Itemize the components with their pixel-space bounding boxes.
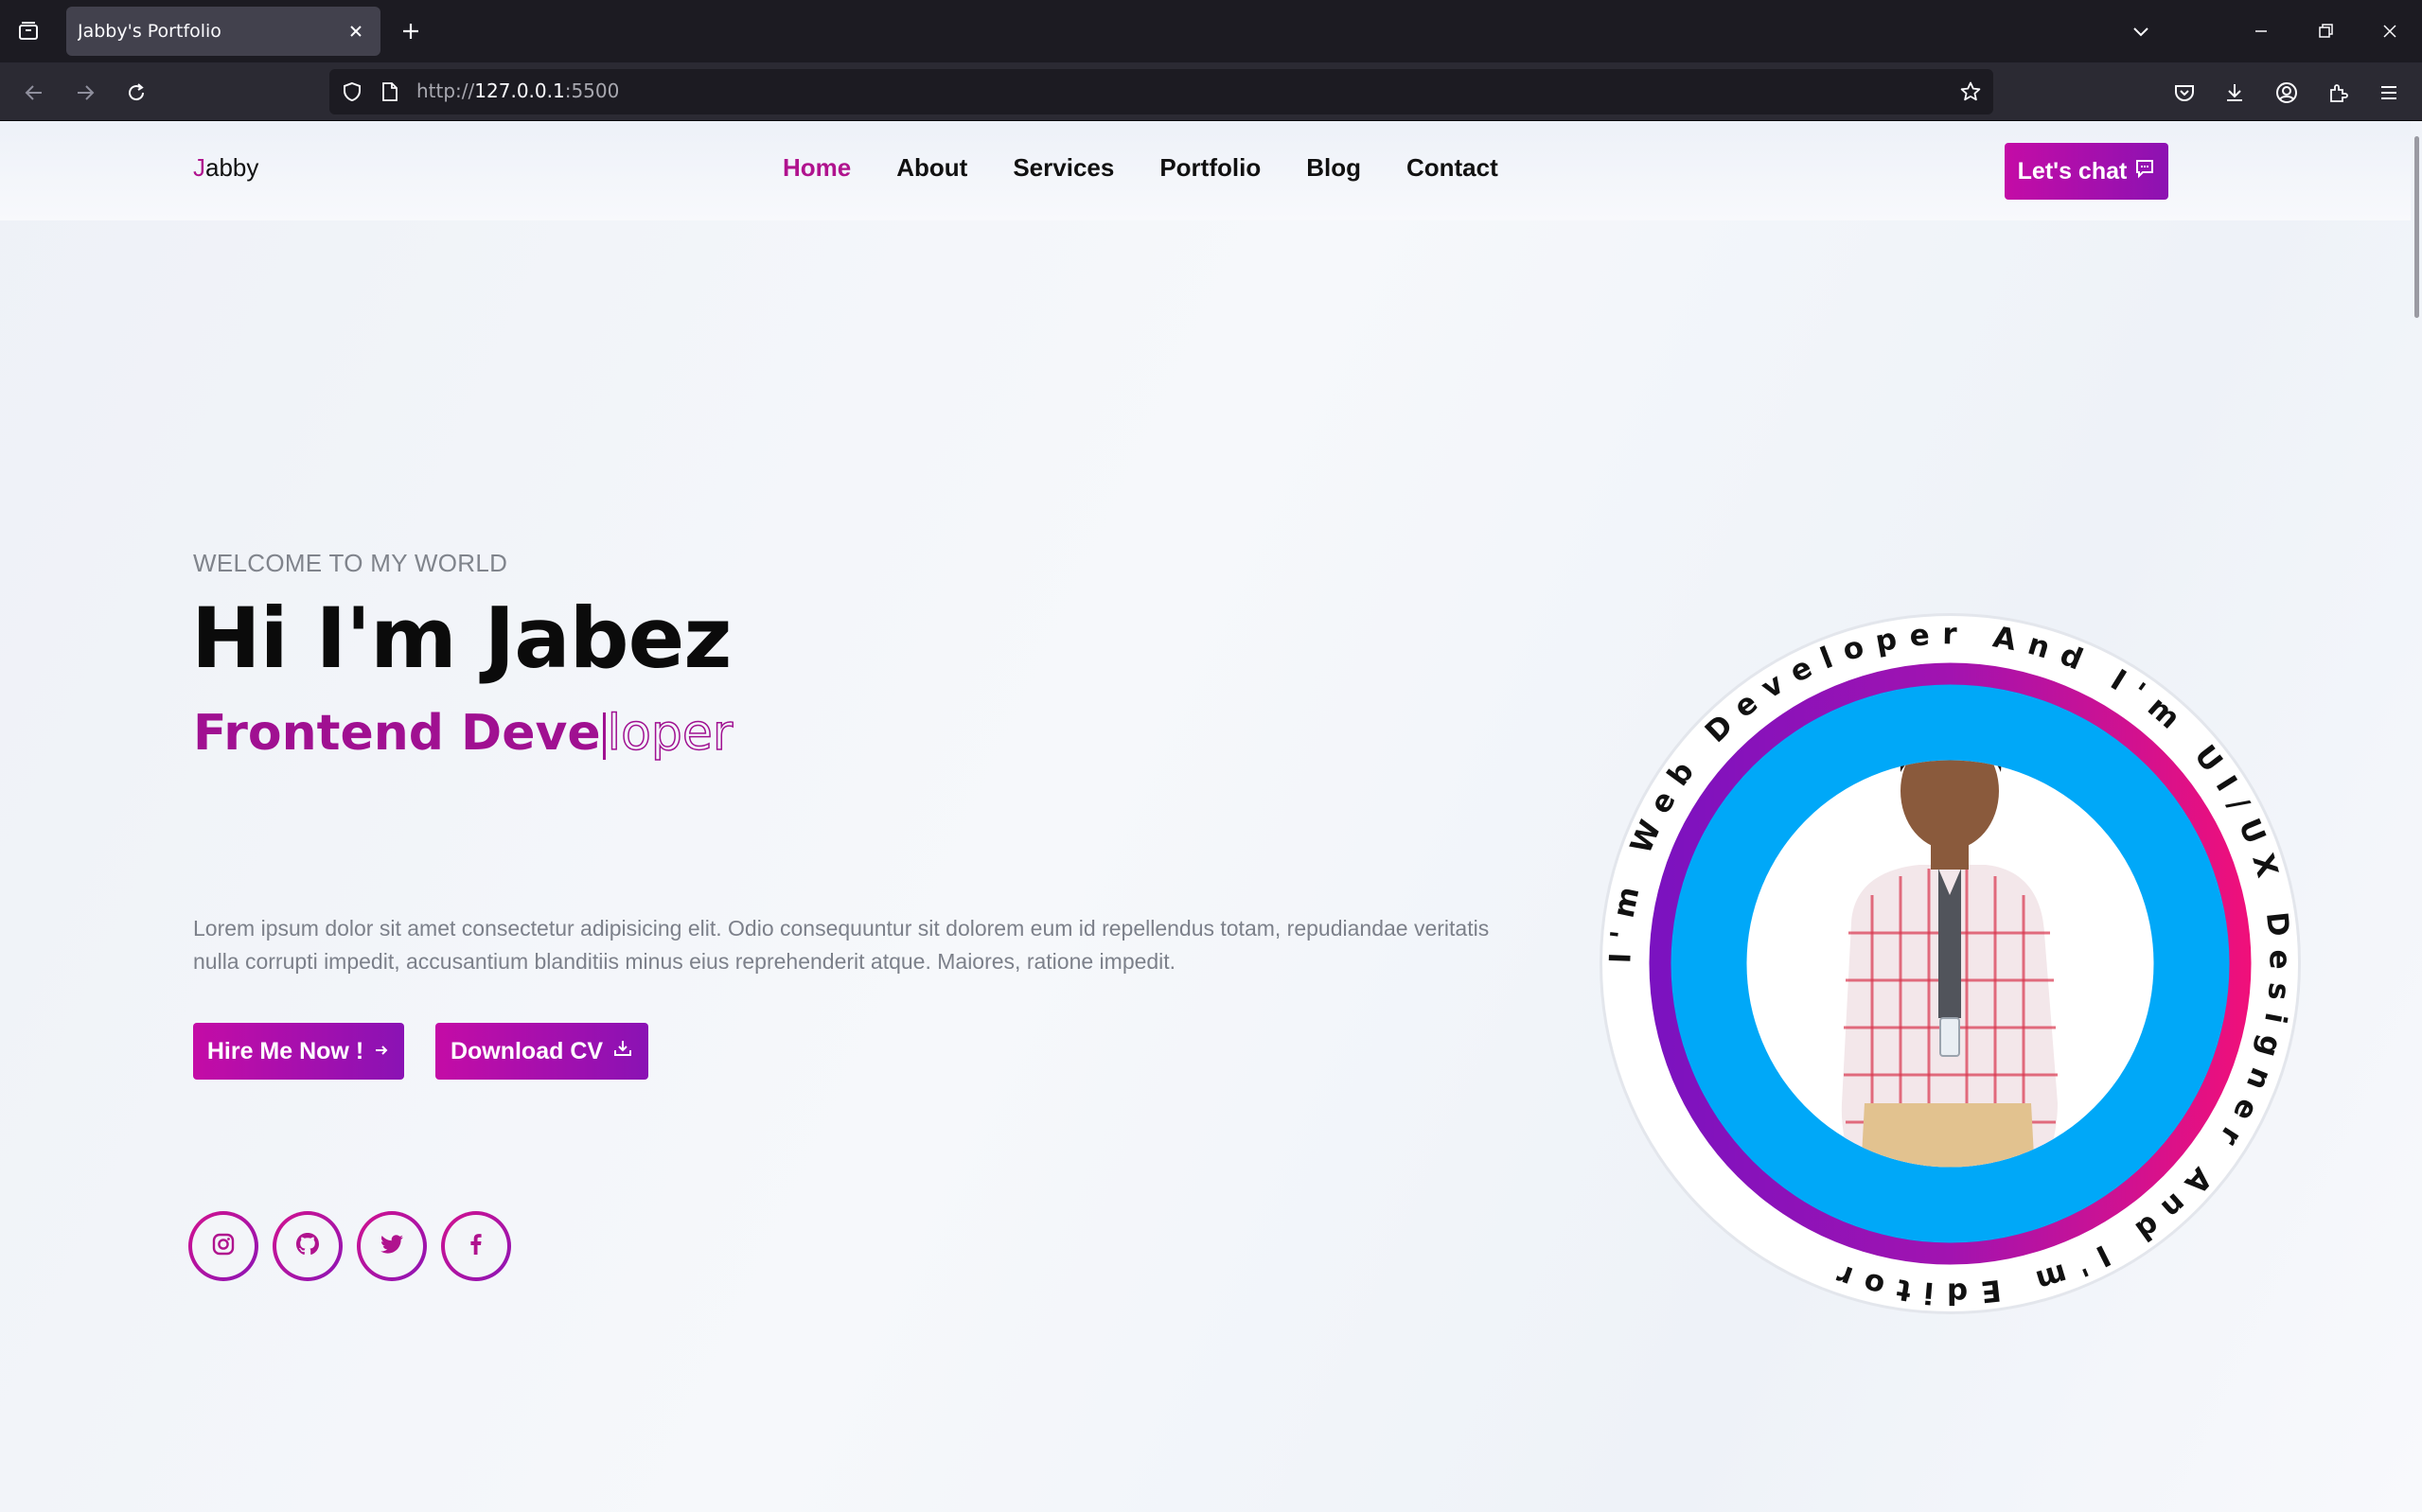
typed-role-outline: loper [607,704,734,763]
page-info-icon[interactable] [377,79,403,105]
lets-chat-label: Let's chat [2017,157,2128,185]
back-arrow-icon[interactable] [17,76,51,110]
twitter-icon [378,1230,406,1262]
main-nav: Home About Services Portfolio Blog Conta… [783,153,1498,183]
tracking-protection-shield-icon[interactable] [339,79,365,105]
profile-circle: I'm Web Developer And I'm UI/UX Designer… [1600,613,2301,1314]
typed-role-filled: Frontend Deve [193,705,601,762]
downloads-icon[interactable] [2218,76,2252,110]
tab-title: Jabby's Portfolio [78,21,221,42]
restore-window-icon[interactable] [2293,0,2358,62]
page-viewport: Jabby Home About Services Portfolio Blog… [0,121,2422,1512]
site-logo[interactable]: Jabby [193,153,258,183]
hero-description: Lorem ipsum dolor sit amet consectetur a… [193,916,1490,974]
welcome-text: WELCOME TO MY WORLD [193,549,508,577]
nav-link-portfolio[interactable]: Portfolio [1159,153,1261,183]
download-icon [612,1038,633,1065]
hero-title: Hi I'm Jabez [191,589,732,687]
chevron-down-icon[interactable] [2124,16,2158,46]
app-menu-icon[interactable] [2372,76,2406,110]
nav-link-services[interactable]: Services [1013,153,1114,183]
typing-cursor [602,712,606,760]
browser-nav-bar: http://127.0.0.1:5500 [0,62,2422,121]
account-icon[interactable] [2270,76,2304,110]
download-cv-label: Download CV [450,1037,604,1064]
address-bar[interactable]: http://127.0.0.1:5500 [329,69,1993,114]
close-tab-icon[interactable] [343,18,369,44]
bookmark-star-icon[interactable] [1957,79,1984,105]
pocket-icon[interactable] [2167,76,2201,110]
facebook-link[interactable] [441,1211,511,1281]
close-window-icon[interactable] [2358,0,2422,62]
page-scrollbar-thumb[interactable] [2414,136,2419,318]
instagram-link[interactable] [188,1211,258,1281]
site-header: Jabby Home About Services Portfolio Blog… [0,121,2411,220]
list-all-tabs-icon[interactable] [13,16,44,46]
minimize-window-icon[interactable] [2229,0,2293,62]
typed-role: Frontend Deve loper [193,704,734,763]
nav-link-about[interactable]: About [896,153,967,183]
reload-icon[interactable] [119,76,153,110]
twitter-link[interactable] [357,1211,427,1281]
facebook-icon [464,1232,488,1260]
github-link[interactable] [273,1211,343,1281]
url-text[interactable]: http://127.0.0.1:5500 [416,79,619,102]
browser-tab-bar: Jabby's Portfolio [0,0,2422,62]
lets-chat-button[interactable]: Let's chat [2005,143,2168,200]
forward-arrow-icon[interactable] [68,76,102,110]
download-cv-button[interactable]: Download CV [435,1023,648,1080]
nav-link-contact[interactable]: Contact [1406,153,1498,183]
extensions-icon[interactable] [2321,76,2355,110]
chat-bubble-icon [2134,158,2155,185]
new-tab-icon[interactable] [396,16,426,46]
nav-link-home[interactable]: Home [783,153,851,183]
hire-me-button[interactable]: Hire Me Now ! [193,1023,404,1080]
github-icon [293,1230,322,1262]
browser-tab-active[interactable]: Jabby's Portfolio [66,7,380,56]
page-scrollbar[interactable] [2411,121,2422,1512]
hire-me-label: Hire Me Now ! [206,1037,364,1064]
arrow-right-icon [373,1038,390,1065]
instagram-icon [210,1231,237,1261]
nav-link-blog[interactable]: Blog [1306,153,1361,183]
